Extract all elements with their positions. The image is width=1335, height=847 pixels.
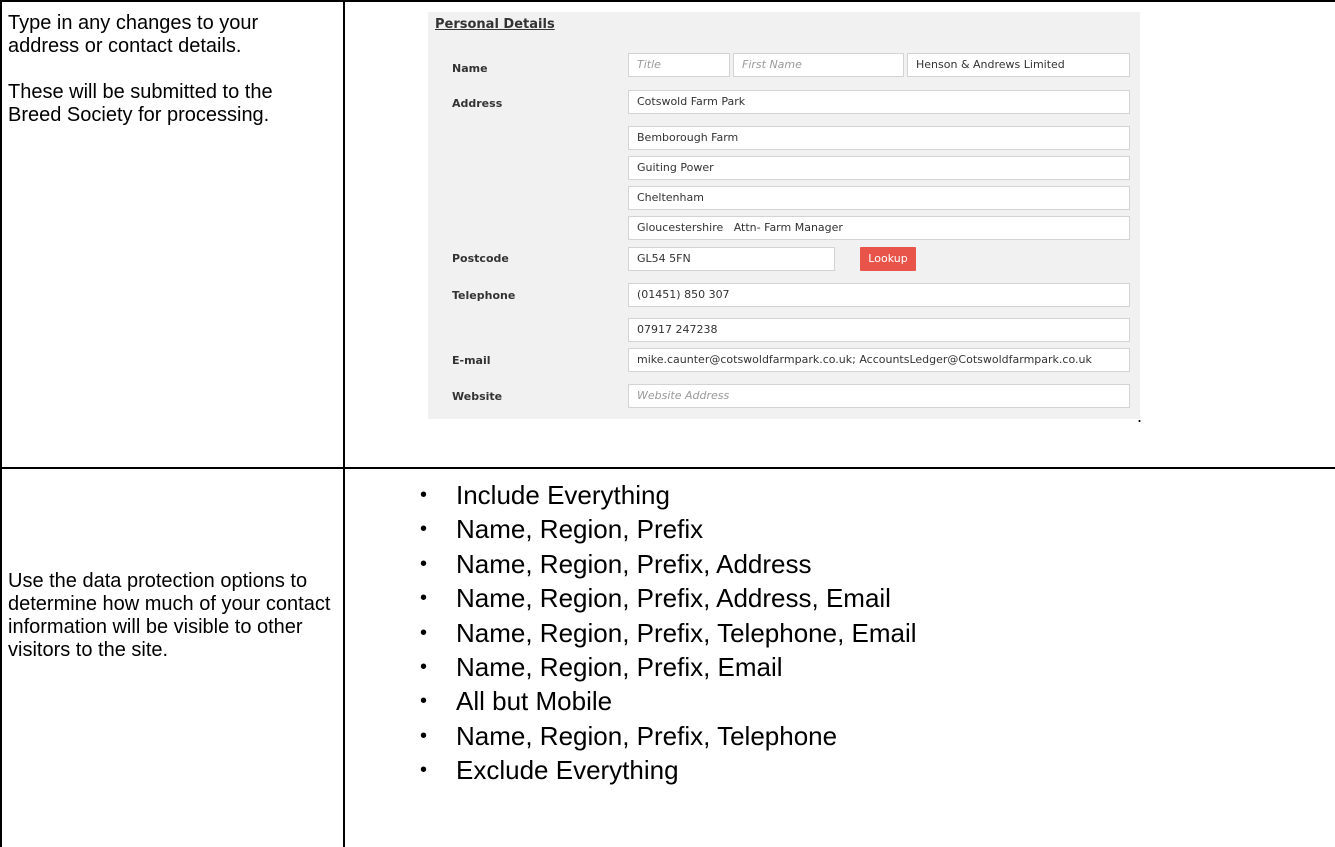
bullet-icon: • xyxy=(420,656,428,679)
personal-details-form: Personal Details Name Title First Name H… xyxy=(428,12,1140,419)
instruction-paragraph: These will be submitted to the Breed Soc… xyxy=(8,81,273,126)
option-list-item: • Name, Region, Prefix, Email xyxy=(420,650,917,684)
website-field[interactable]: Website Address xyxy=(628,384,1130,408)
postcode-label: Postcode xyxy=(452,252,509,265)
mobile-field[interactable]: 07917 247238 xyxy=(628,318,1130,342)
lookup-button[interactable]: Lookup xyxy=(860,247,916,271)
last-name-field[interactable]: Henson & Andrews Limited xyxy=(907,53,1130,77)
option-label: Exclude Everything xyxy=(456,755,679,786)
bullet-icon: • xyxy=(420,484,428,506)
address-line-3-field[interactable]: Guiting Power xyxy=(628,156,1130,180)
row1-instructions: Type in any changes to your address or c… xyxy=(8,12,328,150)
row2-instructions: Use the data protection options to deter… xyxy=(8,570,331,661)
telephone-field[interactable]: (01451) 850 307 xyxy=(628,283,1130,307)
address-label: Address xyxy=(452,97,503,110)
postcode-field[interactable]: GL54 5FN xyxy=(628,247,835,271)
bullet-icon: • xyxy=(420,621,428,644)
table-left-border xyxy=(0,0,2,847)
first-name-field[interactable]: First Name xyxy=(733,53,904,77)
table-top-border xyxy=(0,0,1335,2)
address-line-2-field[interactable]: Bemborough Farm xyxy=(628,126,1130,150)
option-label: Name, Region, Prefix, Email xyxy=(456,652,783,683)
table-row-divider xyxy=(0,467,1335,469)
address-line-4-field[interactable]: Cheltenham xyxy=(628,186,1130,210)
table-column-divider xyxy=(343,0,345,847)
bullet-icon: • xyxy=(420,587,428,610)
option-label: Name, Region, Prefix, Telephone, Email xyxy=(456,617,917,648)
option-label: All but Mobile xyxy=(456,686,613,717)
option-list-item: • Exclude Everything xyxy=(420,753,917,787)
instruction-paragraph: Type in any changes to your address or c… xyxy=(8,12,259,57)
stray-period: . xyxy=(1137,406,1143,426)
bullet-icon: • xyxy=(420,724,428,747)
email-field[interactable]: mike.caunter@cotswoldfarmpark.co.uk; Acc… xyxy=(628,348,1130,372)
bullet-icon: • xyxy=(420,759,428,782)
address-line-1-field[interactable]: Cotswold Farm Park xyxy=(628,90,1130,114)
option-list-item: • Name, Region, Prefix, Telephone, Email xyxy=(420,616,917,650)
option-list-item: • Name, Region, Prefix, Address xyxy=(420,547,917,581)
option-list-item: • Name, Region, Prefix xyxy=(420,512,917,546)
address-line-5-field[interactable]: Gloucestershire Attn- Farm Manager xyxy=(628,216,1130,240)
form-title: Personal Details xyxy=(435,17,555,32)
option-label: Name, Region, Prefix, Address, Email xyxy=(456,583,891,614)
website-label: Website xyxy=(452,390,503,403)
telephone-label: Telephone xyxy=(452,289,516,302)
option-list-item: • Name, Region, Prefix, Address, Email xyxy=(420,581,917,615)
option-label: Name, Region, Prefix, Address xyxy=(456,548,812,579)
email-label: E-mail xyxy=(452,354,491,367)
title-field[interactable]: Title xyxy=(628,53,730,77)
data-protection-options-list: • Include Everything • Name, Region, Prefi… xyxy=(420,478,917,788)
bullet-icon: • xyxy=(420,518,428,541)
option-label: Name, Region, Prefix xyxy=(456,514,704,545)
name-label: Name xyxy=(452,62,488,75)
option-list-item: • Include Everything xyxy=(420,478,917,512)
option-list-item: • All but Mobile xyxy=(420,684,917,718)
option-label: Name, Region, Prefix, Telephone xyxy=(456,720,838,751)
bullet-icon: • xyxy=(420,690,428,713)
option-list-item: • Name, Region, Prefix, Telephone xyxy=(420,719,917,753)
option-label: Include Everything xyxy=(456,480,670,510)
bullet-icon: • xyxy=(420,552,428,575)
instruction-table: Type in any changes to your address or c… xyxy=(0,0,1335,847)
